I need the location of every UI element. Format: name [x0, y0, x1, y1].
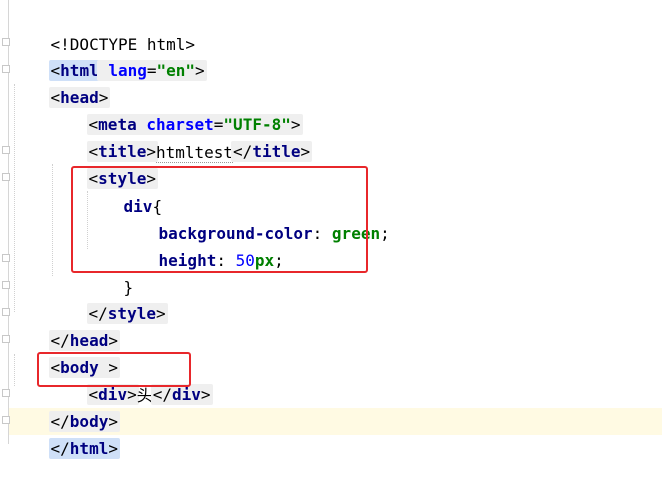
- fold-marker-head[interactable]: [2, 65, 10, 73]
- fold-marker-css-rule[interactable]: [2, 173, 10, 181]
- attr-value: "en": [156, 61, 196, 80]
- gt: >: [108, 439, 118, 458]
- div-close-tag: </div>: [150, 384, 213, 405]
- tag-name: title: [252, 142, 301, 161]
- title-close-tag: </title>: [231, 141, 313, 162]
- gt: >: [155, 304, 166, 323]
- code-line-1[interactable]: <!DOCTYPE html>: [12, 4, 196, 54]
- div-element-highlight-box: [37, 352, 191, 387]
- fold-marker-css-rule-end[interactable]: [2, 254, 10, 262]
- lt-slash: </: [50, 439, 70, 458]
- fold-marker-style[interactable]: [2, 146, 10, 154]
- gt: >: [195, 61, 205, 80]
- code-line-3[interactable]: <head>: [12, 58, 111, 108]
- lt-slash: </: [233, 142, 253, 161]
- code-line-4[interactable]: <meta charset="UTF-8">: [50, 85, 303, 135]
- code-line-16[interactable]: </html>: [12, 409, 120, 459]
- title-text: htmltest: [155, 143, 234, 163]
- tag-name: div: [172, 385, 201, 404]
- code-line-6[interactable]: <style>: [50, 139, 158, 189]
- code-line-12[interactable]: </head>: [12, 301, 120, 351]
- fold-marker-html-end[interactable]: [2, 416, 10, 424]
- fold-marker-style-end[interactable]: [2, 281, 10, 289]
- attr-name: lang: [108, 61, 147, 80]
- gt: >: [200, 385, 211, 404]
- code-line-13[interactable]: <body >: [12, 328, 120, 378]
- fold-marker-body-end[interactable]: [2, 389, 10, 397]
- fold-marker-html[interactable]: [2, 38, 10, 46]
- code-editor[interactable]: <!DOCTYPE html> <html lang="en"> <head> …: [0, 0, 662, 459]
- css-rule-highlight-box: [71, 166, 368, 273]
- html-close-tag: </html>: [48, 438, 120, 459]
- code-line-5[interactable]: <title>htmltest</title>: [50, 112, 313, 163]
- gt: >: [300, 142, 311, 161]
- equals: =: [146, 61, 157, 80]
- semicolon: ;: [380, 224, 390, 243]
- code-line-11[interactable]: </style>: [50, 274, 168, 324]
- fold-marker-body[interactable]: [2, 335, 10, 343]
- lt-slash: </: [152, 385, 172, 404]
- code-line-2[interactable]: <html lang="en">: [12, 31, 207, 81]
- tag-name: html: [69, 439, 109, 458]
- gt: >: [127, 385, 137, 404]
- fold-marker-head-end[interactable]: [2, 308, 10, 316]
